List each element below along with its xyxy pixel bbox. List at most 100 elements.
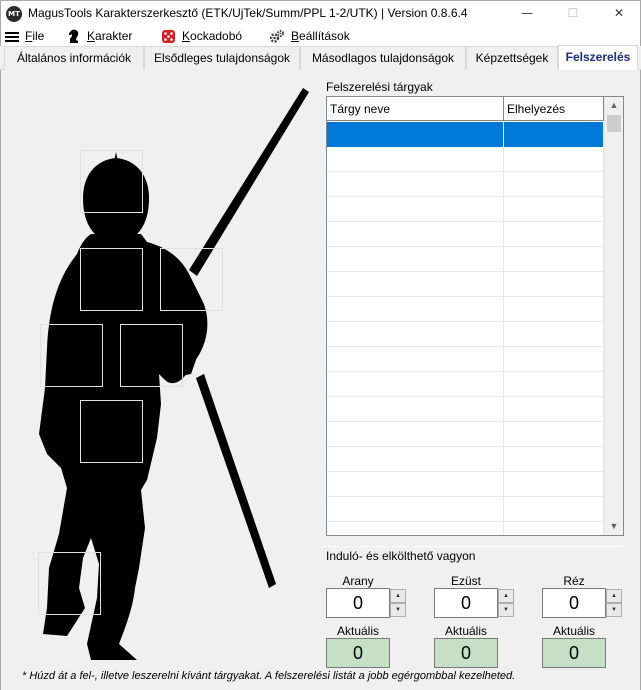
scroll-down-icon[interactable]: ▼ bbox=[605, 518, 623, 535]
cell-elhelyezes[interactable] bbox=[504, 372, 604, 397]
table-row[interactable] bbox=[327, 347, 604, 372]
minimize-button[interactable]: — bbox=[504, 1, 550, 27]
ezust-actual-label: Aktuális bbox=[444, 624, 488, 638]
hint-text: * Húzd át a fel-, illetve leszerelni kív… bbox=[22, 670, 516, 682]
cell-elhelyezes[interactable] bbox=[504, 322, 604, 347]
cell-targy-neve[interactable] bbox=[327, 347, 504, 372]
ezust-down-icon[interactable]: ▼ bbox=[498, 603, 514, 617]
cell-targy-neve[interactable] bbox=[327, 472, 504, 497]
column-header-targy-neve[interactable]: Tárgy neve bbox=[327, 97, 504, 121]
table-row[interactable] bbox=[327, 522, 604, 535]
table-row[interactable] bbox=[327, 322, 604, 347]
menu-file[interactable]: File bbox=[5, 27, 44, 45]
cell-targy-neve[interactable] bbox=[327, 247, 504, 272]
tab-felszereles[interactable]: Felszerelés bbox=[558, 45, 638, 71]
cell-elhelyezes[interactable] bbox=[504, 497, 604, 522]
table-row[interactable] bbox=[327, 397, 604, 422]
equipment-grid[interactable]: Tárgy neve Elhelyezés ▲ ▼ bbox=[326, 96, 624, 536]
cell-elhelyezes[interactable] bbox=[504, 272, 604, 297]
ezust-input[interactable]: 0 bbox=[434, 588, 498, 618]
vertical-scrollbar[interactable]: ▲ ▼ bbox=[604, 97, 623, 535]
cell-elhelyezes[interactable] bbox=[504, 397, 604, 422]
rez-up-icon[interactable]: ▲ bbox=[606, 589, 622, 603]
rez-down-icon[interactable]: ▼ bbox=[606, 603, 622, 617]
table-row[interactable] bbox=[327, 247, 604, 272]
cell-targy-neve[interactable] bbox=[327, 122, 504, 147]
cell-targy-neve[interactable] bbox=[327, 522, 504, 535]
menu-kockadobo-mnemonic: K bbox=[182, 29, 191, 43]
rez-stepper[interactable]: ▲ ▼ bbox=[606, 588, 622, 618]
cell-elhelyezes[interactable] bbox=[504, 522, 604, 535]
cell-targy-neve[interactable] bbox=[327, 322, 504, 347]
table-row[interactable] bbox=[327, 122, 604, 147]
arany-up-icon[interactable]: ▲ bbox=[390, 589, 406, 603]
close-button[interactable]: ✕ bbox=[596, 1, 641, 27]
arany-stepper[interactable]: ▲ ▼ bbox=[390, 588, 406, 618]
cell-targy-neve[interactable] bbox=[327, 372, 504, 397]
arany-actual-label: Aktuális bbox=[336, 624, 380, 638]
cell-targy-neve[interactable] bbox=[327, 297, 504, 322]
cell-elhelyezes[interactable] bbox=[504, 197, 604, 222]
scrollbar-thumb[interactable] bbox=[607, 115, 621, 132]
table-row[interactable] bbox=[327, 472, 604, 497]
cell-elhelyezes[interactable] bbox=[504, 447, 604, 472]
menu-beallitasok[interactable]: Beállítások bbox=[269, 27, 350, 45]
table-row[interactable] bbox=[327, 422, 604, 447]
menu-karakter[interactable]: Karakter bbox=[67, 27, 132, 45]
knight-silhouette-image bbox=[38, 88, 309, 660]
table-row[interactable] bbox=[327, 147, 604, 172]
cell-elhelyezes[interactable] bbox=[504, 172, 604, 197]
table-row[interactable] bbox=[327, 297, 604, 322]
menu-karakter-mnemonic: K bbox=[87, 29, 96, 43]
wealth-section-label: Induló- és elkölthető vagyon bbox=[326, 549, 476, 563]
rez-actual-label: Aktuális bbox=[552, 624, 596, 638]
ezust-stepper[interactable]: ▲ ▼ bbox=[498, 588, 514, 618]
table-row[interactable] bbox=[327, 272, 604, 297]
table-row[interactable] bbox=[327, 222, 604, 247]
cell-targy-neve[interactable] bbox=[327, 147, 504, 172]
cell-targy-neve[interactable] bbox=[327, 447, 504, 472]
menu-kockadobo-label: ockadobó bbox=[190, 29, 243, 43]
menu-kockadobo[interactable]: Kockadobó bbox=[161, 27, 242, 45]
menu-file-label: ile bbox=[32, 29, 45, 43]
column-header-elhelyezes[interactable]: Elhelyezés bbox=[504, 97, 604, 121]
cell-targy-neve[interactable] bbox=[327, 272, 504, 297]
rez-label: Réz bbox=[563, 574, 585, 588]
cell-elhelyezes[interactable] bbox=[504, 222, 604, 247]
cell-targy-neve[interactable] bbox=[327, 497, 504, 522]
cell-targy-neve[interactable] bbox=[327, 397, 504, 422]
cell-elhelyezes[interactable] bbox=[504, 122, 604, 147]
rez-input[interactable]: 0 bbox=[542, 588, 606, 618]
arany-down-icon[interactable]: ▼ bbox=[390, 603, 406, 617]
cell-elhelyezes[interactable] bbox=[504, 247, 604, 272]
table-row[interactable] bbox=[327, 172, 604, 197]
ezust-up-icon[interactable]: ▲ bbox=[498, 589, 514, 603]
tab-masodlagos-tulajdonsagok[interactable]: Másodlagos tulajdonságok bbox=[300, 46, 466, 70]
hamburger-icon bbox=[5, 31, 19, 42]
cell-elhelyezes[interactable] bbox=[504, 347, 604, 372]
arany-label: Arany bbox=[342, 574, 374, 588]
tab-elsodleges-tulajdonsagok[interactable]: Elsődleges tulajdonságok bbox=[144, 46, 300, 70]
table-row[interactable] bbox=[327, 197, 604, 222]
table-row[interactable] bbox=[327, 372, 604, 397]
cell-elhelyezes[interactable] bbox=[504, 297, 604, 322]
scroll-up-icon[interactable]: ▲ bbox=[605, 97, 623, 114]
cell-elhelyezes[interactable] bbox=[504, 422, 604, 447]
chess-knight-icon bbox=[69, 29, 79, 44]
separator bbox=[321, 546, 622, 547]
tab-kepzettsegek[interactable]: Képzettségek bbox=[466, 46, 558, 70]
table-row[interactable] bbox=[327, 497, 604, 522]
maximize-button[interactable]: ☐ bbox=[550, 1, 596, 27]
cell-elhelyezes[interactable] bbox=[504, 147, 604, 172]
cell-targy-neve[interactable] bbox=[327, 197, 504, 222]
cell-targy-neve[interactable] bbox=[327, 172, 504, 197]
table-row[interactable] bbox=[327, 447, 604, 472]
menu-bar: File Karakter Kockadobó Beállítások bbox=[0, 26, 641, 46]
arany-input[interactable]: 0 bbox=[326, 588, 390, 618]
window-title: MagusTools Karakterszerkesztő (ETK/UjTek… bbox=[28, 6, 468, 20]
tab-altalanos-informaciok[interactable]: Általános információk bbox=[4, 46, 144, 70]
cell-targy-neve[interactable] bbox=[327, 422, 504, 447]
cell-targy-neve[interactable] bbox=[327, 222, 504, 247]
cell-elhelyezes[interactable] bbox=[504, 472, 604, 497]
ezust-label: Ezüst bbox=[450, 574, 481, 588]
